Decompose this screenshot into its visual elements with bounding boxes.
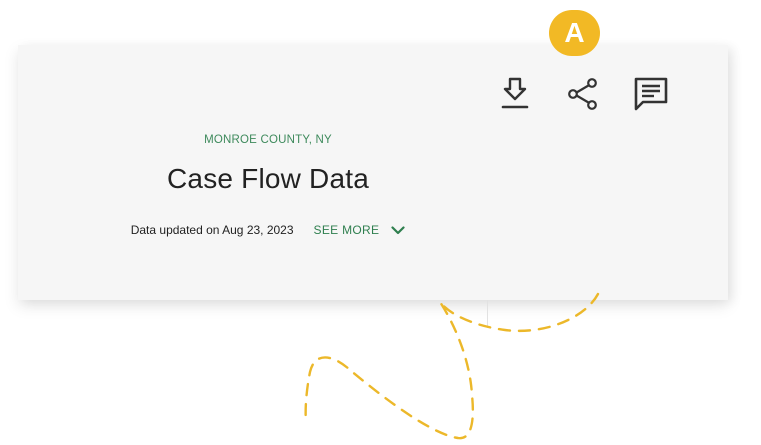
callout-badge: A <box>549 10 600 56</box>
see-more-button[interactable]: SEE MORE <box>314 223 406 237</box>
update-meta: Data updated on Aug 23, 2023 SEE MORE <box>18 223 518 237</box>
county-label: MONROE COUNTY, NY <box>204 134 332 146</box>
download-icon <box>501 77 529 109</box>
share-button[interactable] <box>564 75 602 113</box>
see-more-label: SEE MORE <box>313 223 380 237</box>
comment-icon <box>634 77 668 111</box>
dashboard-header-card: MONROE COUNTY, NY Case Flow Data Data up… <box>18 45 728 328</box>
divider-line <box>487 300 488 328</box>
updated-text: Data updated on Aug 23, 2023 <box>130 223 294 237</box>
action-toolbar <box>496 75 670 113</box>
download-button[interactable] <box>496 75 534 113</box>
chevron-down-icon <box>391 225 405 234</box>
callout-badge-label: A <box>564 17 585 48</box>
screenshot-stage: MONROE COUNTY, NY Case Flow Data Data up… <box>0 0 761 445</box>
comment-button[interactable] <box>632 75 670 113</box>
page-title: Case Flow Data <box>167 163 369 194</box>
share-icon <box>568 78 597 110</box>
